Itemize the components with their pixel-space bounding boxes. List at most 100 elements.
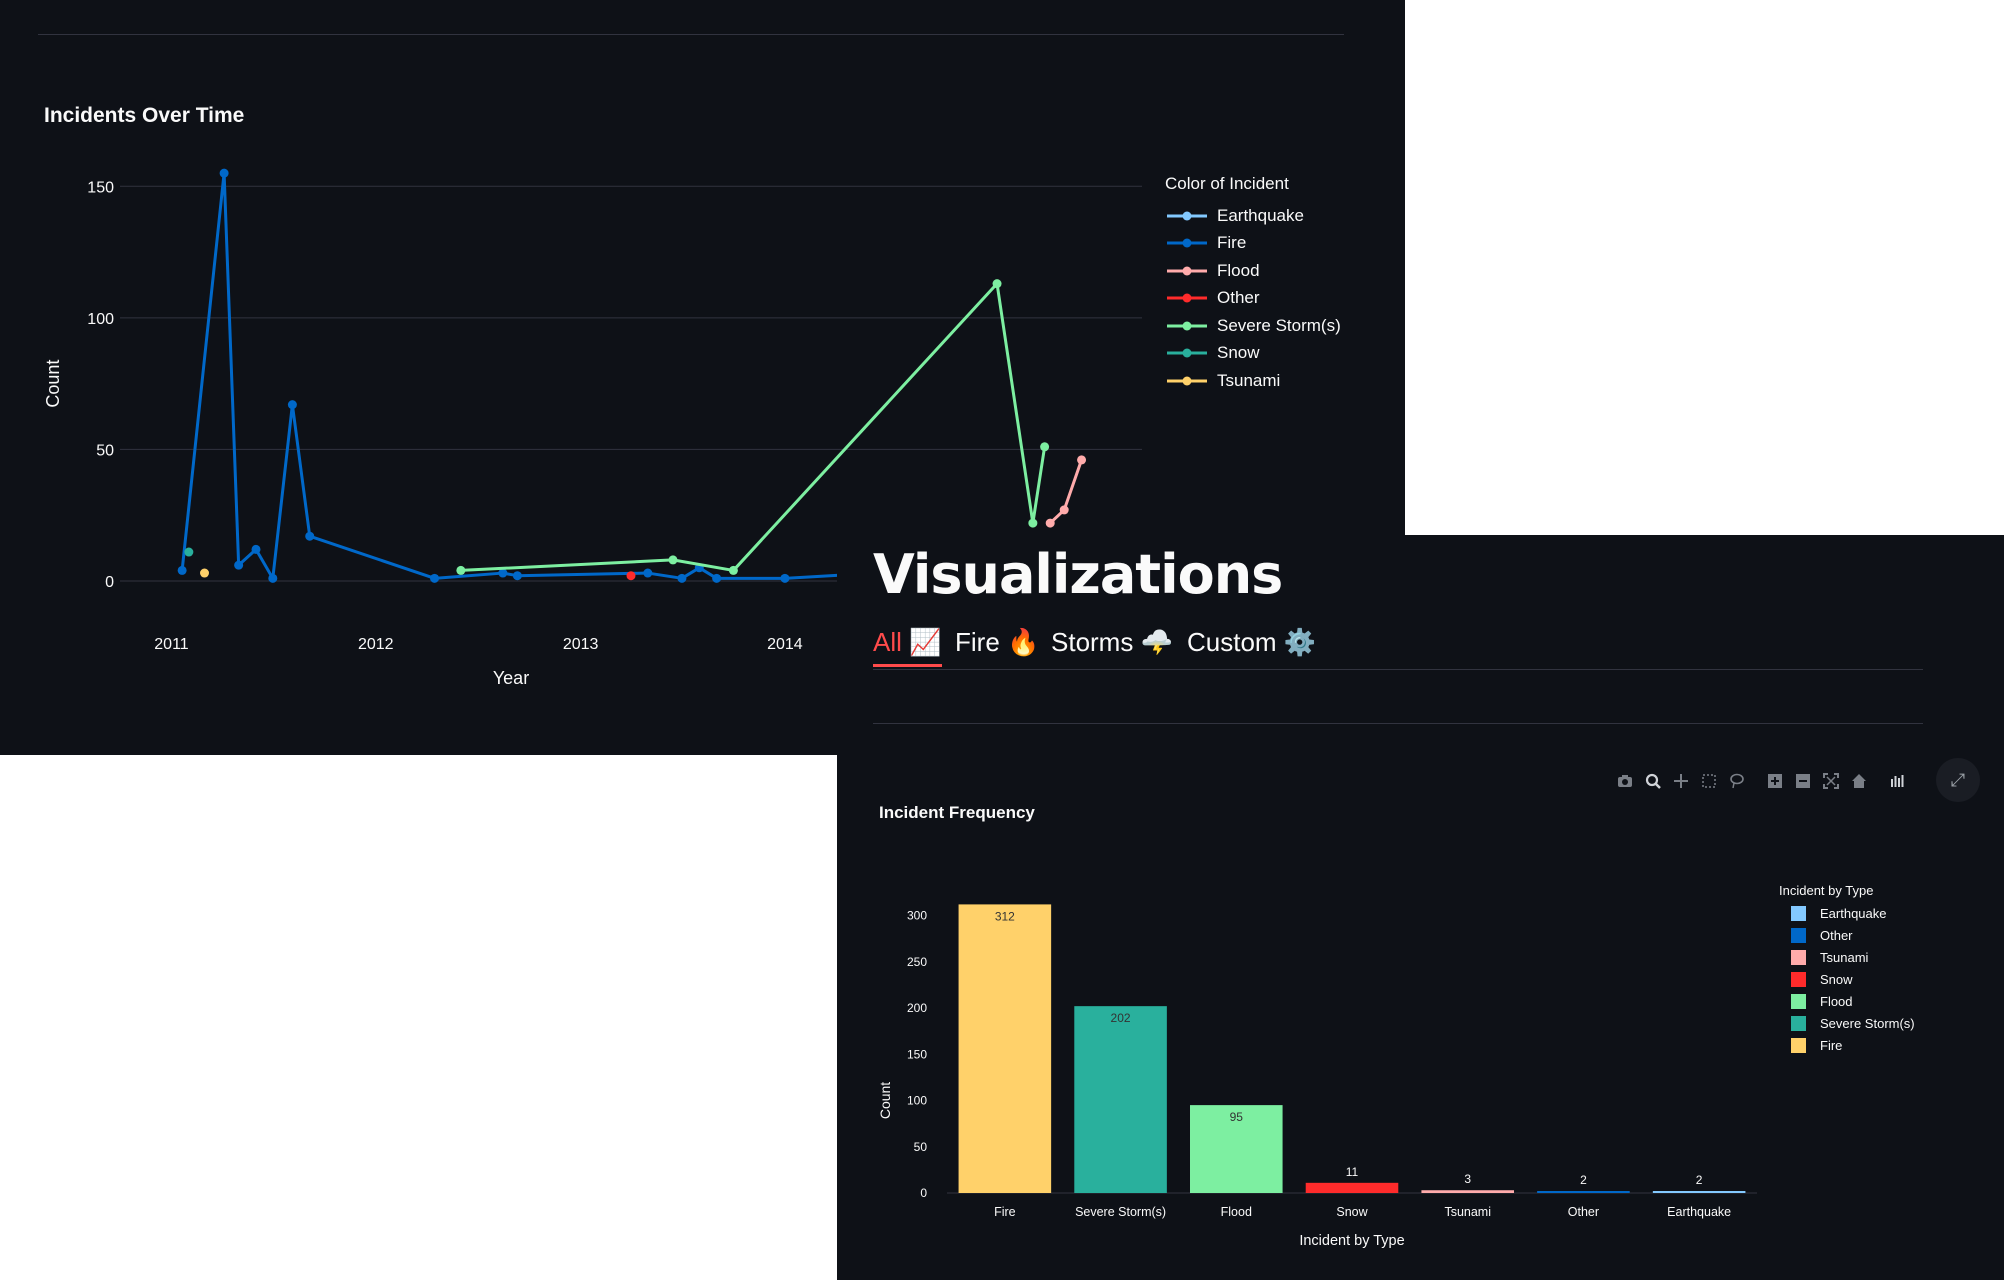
bar-tsunami: [1421, 1190, 1514, 1193]
data-point-fire: [287, 400, 297, 410]
legend-swatch: [1167, 266, 1207, 276]
x-tick-label: Other: [1568, 1205, 1599, 1219]
legend-marker: [1182, 266, 1192, 276]
data-point-fire: [268, 573, 278, 583]
x-tick-label: Earthquake: [1667, 1205, 1731, 1219]
legend-swatch: [1791, 905, 1806, 921]
legend-swatch: [1167, 348, 1207, 358]
legend-item-earthquake[interactable]: Earthquake: [1165, 202, 1341, 230]
bar-severe-storm-s: [1074, 1006, 1167, 1193]
data-point-severe-storm-s: [728, 565, 738, 575]
legend-item-tsunami[interactable]: Tsunami: [1165, 367, 1341, 395]
data-label: 2: [1580, 1173, 1587, 1187]
x-tick-label: Severe Storm(s): [1075, 1205, 1166, 1219]
data-point-fire: [643, 568, 653, 578]
y-tick-label: 50: [96, 442, 114, 459]
bar-earthquake: [1652, 1191, 1746, 1193]
data-point-severe-storm-s: [1028, 518, 1038, 528]
legend-item-severe-storm-s[interactable]: Severe Storm(s): [1165, 312, 1341, 340]
data-point-fire: [177, 565, 187, 575]
legend-swatch: [1167, 238, 1207, 248]
legend-marker: [1182, 321, 1192, 331]
legend-swatch: [1167, 376, 1207, 386]
legend-label: Earthquake: [1217, 205, 1304, 225]
legend-swatch: [1167, 211, 1207, 221]
data-label: 202: [1111, 1011, 1131, 1025]
data-point-flood: [1045, 518, 1055, 528]
legend-label: Severe Storm(s): [1217, 315, 1341, 335]
y-tick-label: 250: [907, 955, 927, 969]
x-tick-label: 2014: [767, 636, 803, 653]
legend-item-other[interactable]: Other: [1165, 285, 1341, 313]
legend-label: Flood: [1820, 993, 1853, 1009]
data-point-fire: [512, 571, 522, 581]
legend-label: Snow: [1820, 971, 1853, 987]
y-axis-label: Count: [43, 360, 63, 408]
data-point-fire: [677, 573, 687, 583]
visualizations-window: Visualizations All 📈 Fire 🔥 Storms 🌩️ Cu…: [837, 535, 2004, 1280]
legend-label: Snow: [1217, 343, 1260, 363]
y-tick-label: 50: [914, 1140, 928, 1154]
legend-item-other[interactable]: Other: [1779, 924, 1915, 946]
legend-label: Tsunami: [1217, 370, 1281, 390]
legend-item-earthquake[interactable]: Earthquake: [1779, 902, 1915, 924]
data-point-flood: [1059, 505, 1069, 515]
x-tick-label: 2011: [154, 636, 189, 653]
legend-label: Fire: [1217, 233, 1247, 253]
legend-item-snow[interactable]: Snow: [1165, 340, 1341, 368]
series-line-fire: [180, 171, 956, 580]
data-label: 3: [1464, 1172, 1471, 1186]
legend-marker: [1182, 348, 1192, 358]
legend-label: Earthquake: [1820, 905, 1887, 921]
x-tick-label: 2013: [563, 636, 599, 653]
legend-item-flood[interactable]: Flood: [1165, 257, 1341, 285]
data-point-fire: [219, 168, 229, 178]
legend-item-fire[interactable]: Fire: [1165, 230, 1341, 258]
legend-title: Incident by Type: [1779, 883, 1874, 898]
data-point-fire: [712, 573, 722, 583]
data-point-fire: [234, 560, 244, 570]
x-axis-label: Year: [493, 668, 529, 688]
legend-marker: [1182, 376, 1192, 386]
data-point-fire: [251, 544, 261, 554]
legend-item-tsunami[interactable]: Tsunami: [1779, 946, 1915, 968]
y-tick-label: 100: [87, 311, 114, 328]
data-point-severe-storm-s: [992, 279, 1002, 289]
data-point-fire: [430, 573, 440, 583]
x-tick-label: Flood: [1221, 1205, 1252, 1219]
data-point-snow: [184, 547, 194, 557]
data-point-other: [626, 571, 636, 581]
legend-swatch: [1791, 971, 1806, 987]
bar-fire: [958, 904, 1052, 1193]
x-tick-label: Tsunami: [1444, 1205, 1491, 1219]
data-point-severe-storm-s: [668, 555, 678, 565]
data-point-fire: [305, 531, 315, 541]
legend-swatch: [1791, 1037, 1806, 1053]
bar-chart-legend: Incident by Type Earthquake Other Tsunami S…: [1779, 883, 1915, 1056]
legend-swatch: [1791, 993, 1806, 1009]
legend-item-snow[interactable]: Snow: [1779, 968, 1915, 990]
y-axis-label: Count: [877, 1082, 893, 1119]
legend-title: Color of Incident: [1165, 174, 1289, 193]
series-line-severe-storm-s: [460, 282, 1047, 572]
legend-item-severe-storm-s[interactable]: Severe Storm(s): [1779, 1012, 1915, 1034]
legend-label: Fire: [1820, 1037, 1843, 1053]
data-point-severe-storm-s: [456, 565, 466, 575]
y-tick-label: 150: [907, 1047, 927, 1061]
x-axis-label: Incident by Type: [1299, 1233, 1404, 1249]
legend-item-fire[interactable]: Fire: [1779, 1034, 1915, 1056]
legend-swatch: [1791, 1015, 1806, 1031]
legend-swatch: [1791, 949, 1806, 965]
legend-marker: [1182, 293, 1192, 303]
legend-label: Other: [1820, 927, 1853, 943]
legend-swatch: [1167, 321, 1207, 331]
y-tick-label: 0: [105, 574, 114, 591]
line-chart-legend: Color of Incident Earthquake Fire Flood Oth…: [1165, 174, 1341, 395]
legend-marker: [1182, 211, 1192, 221]
x-tick-label: Snow: [1336, 1205, 1368, 1219]
y-tick-label: 0: [920, 1186, 927, 1200]
data-point-tsunami: [200, 568, 210, 578]
legend-item-flood[interactable]: Flood: [1779, 990, 1915, 1012]
y-tick-label: 100: [907, 1094, 927, 1108]
line-series-group: [177, 168, 1087, 583]
